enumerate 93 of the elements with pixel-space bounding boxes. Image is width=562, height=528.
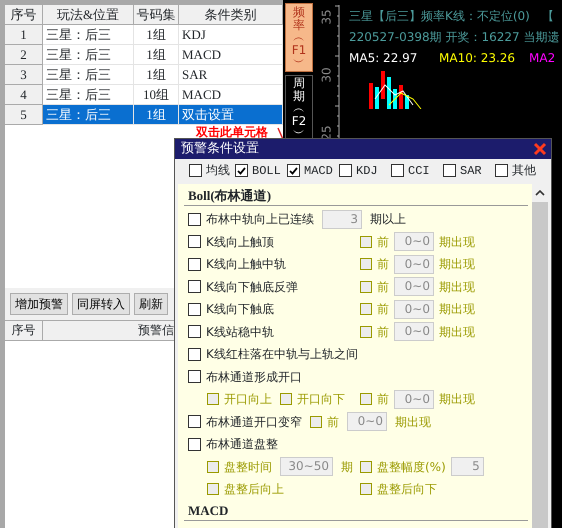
unit-label: 期 [341, 458, 353, 476]
checkbox-label: KDJ [356, 162, 378, 180]
chart-tab[interactable]: 频率︵F1︶ [285, 3, 313, 72]
table-cell[interactable]: 双击设置 [179, 105, 283, 125]
table-cell[interactable]: 三星：后三 [43, 45, 134, 65]
column-header: 序号 [5, 5, 43, 25]
checkbox-label: 布林中轨向上已连续 [206, 211, 314, 228]
checkbox-label: K线向上触中轨 [206, 256, 286, 274]
checkbox[interactable] [339, 164, 352, 177]
column-header: 号码集 [134, 5, 179, 25]
checkbox-label: K线红柱落在中轨与上轨之间 [206, 346, 358, 364]
moving-average-value: MA2 [529, 50, 556, 67]
checkbox-label: K线向下触底反弹 [206, 278, 298, 296]
checkbox-label: MACD [304, 162, 333, 180]
checkbox-label: 前 [377, 324, 389, 341]
column-header: 玩法&位置 [43, 5, 134, 25]
checkbox-label: 前 [377, 256, 389, 274]
unit-label: 期出现 [439, 301, 475, 318]
checkbox-label: 前 [377, 391, 389, 408]
row-number: 4 [5, 85, 43, 105]
checkbox-label: 布林通道形成开口 [206, 368, 302, 386]
axis-label: 35 [318, 9, 335, 25]
checkbox-label: 前 [327, 414, 339, 431]
chart-title: 三星【后三】频率K线：不定位(0) 【 [349, 8, 555, 25]
checkbox-label: 盘整时间 [224, 458, 272, 476]
unit-label: 期出现 [439, 278, 475, 296]
row-number: 2 [5, 45, 43, 65]
table-cell[interactable]: 1组 [134, 65, 179, 85]
scrollbar[interactable] [532, 184, 548, 528]
checkbox[interactable] [188, 302, 201, 316]
checkbox-label: 前 [377, 278, 389, 296]
checkbox-label: SAR [460, 162, 482, 180]
table-cell[interactable]: 1组 [134, 25, 179, 45]
checkbox-label: K线站稳中轨 [206, 324, 274, 341]
checkbox-label: 均线 [206, 162, 230, 180]
checkbox-label: 前 [377, 301, 389, 318]
toolbar-button[interactable]: 刷新 [134, 293, 168, 315]
table-cell[interactable]: 三星：后三 [43, 105, 134, 125]
checkbox-label: 开口向下 [297, 391, 345, 408]
checkbox[interactable] [495, 164, 508, 177]
checkbox-label: BOLL [252, 162, 281, 180]
unit-label: 期出现 [439, 256, 475, 274]
table-cell[interactable]: 三星：后三 [43, 25, 134, 45]
checkbox[interactable] [189, 164, 202, 177]
column-header: 条件类别 [179, 5, 283, 25]
close-icon[interactable] [533, 142, 547, 156]
axis-label: 30 [318, 67, 335, 83]
checkbox-label: 开口向上 [224, 391, 272, 408]
checkbox[interactable] [188, 325, 201, 338]
table-cell[interactable]: 三星：后三 [43, 65, 134, 85]
unit-label: 期出现 [395, 414, 431, 431]
column-header: 序号 [5, 321, 43, 341]
checkbox[interactable] [188, 348, 201, 361]
checkbox[interactable] [188, 438, 201, 451]
checkbox-label: 前 [377, 234, 389, 251]
checkbox[interactable] [188, 415, 201, 428]
checkbox[interactable] [443, 164, 456, 177]
toolbar-button[interactable]: 增加预警 [10, 293, 68, 315]
checkbox[interactable] [188, 258, 201, 271]
row-number: 5 [5, 105, 43, 125]
toolbar-button[interactable]: 同屏转入 [72, 293, 130, 315]
checkbox-label: 其他 [512, 162, 536, 180]
checkbox[interactable] [188, 212, 201, 226]
checkbox-label: CCI [408, 162, 430, 180]
table-cell[interactable]: 1组 [134, 105, 179, 125]
scroll-up-icon[interactable] [535, 190, 545, 196]
unit-label: 期出现 [439, 391, 475, 408]
checkbox[interactable] [391, 164, 404, 177]
unit-label: 期出现 [439, 234, 475, 251]
checkbox[interactable] [188, 280, 201, 294]
checkbox[interactable] [188, 235, 201, 248]
draw-info: 220527-0398期 开奖：16227 当期遗 [349, 29, 560, 46]
checkbox-label: 布林通道开口变窄 [206, 414, 302, 431]
checkbox-label: 布林通道盘整 [206, 436, 278, 454]
annotation-text: 双击此单元格 [196, 125, 268, 139]
row-number: 1 [5, 25, 43, 45]
moving-average-value: MA10: 23.26 [439, 50, 516, 67]
dialog-title: 预警条件设置 [181, 140, 259, 158]
checkbox[interactable] [287, 164, 300, 177]
unit-label: 期以上 [370, 211, 406, 228]
table-cell[interactable]: 1组 [134, 45, 179, 65]
section-title: Boll(布林通道) [187, 187, 272, 205]
unit-label: 期出现 [439, 324, 475, 341]
row-number: 3 [5, 65, 43, 85]
checkbox[interactable] [188, 370, 201, 384]
section-title: MACD [187, 502, 230, 520]
checkbox[interactable] [235, 164, 248, 177]
moving-average-value: MA5: 22.97 [349, 50, 418, 67]
checkbox-label: K线向下触底 [206, 301, 274, 318]
checkbox-label: 盘整幅度(%) [377, 458, 446, 476]
checkbox-label: 盘整后向下 [377, 481, 437, 498]
checkbox-label: K线向上触顶 [206, 234, 274, 251]
checkbox-label: 盘整后向上 [224, 481, 284, 498]
